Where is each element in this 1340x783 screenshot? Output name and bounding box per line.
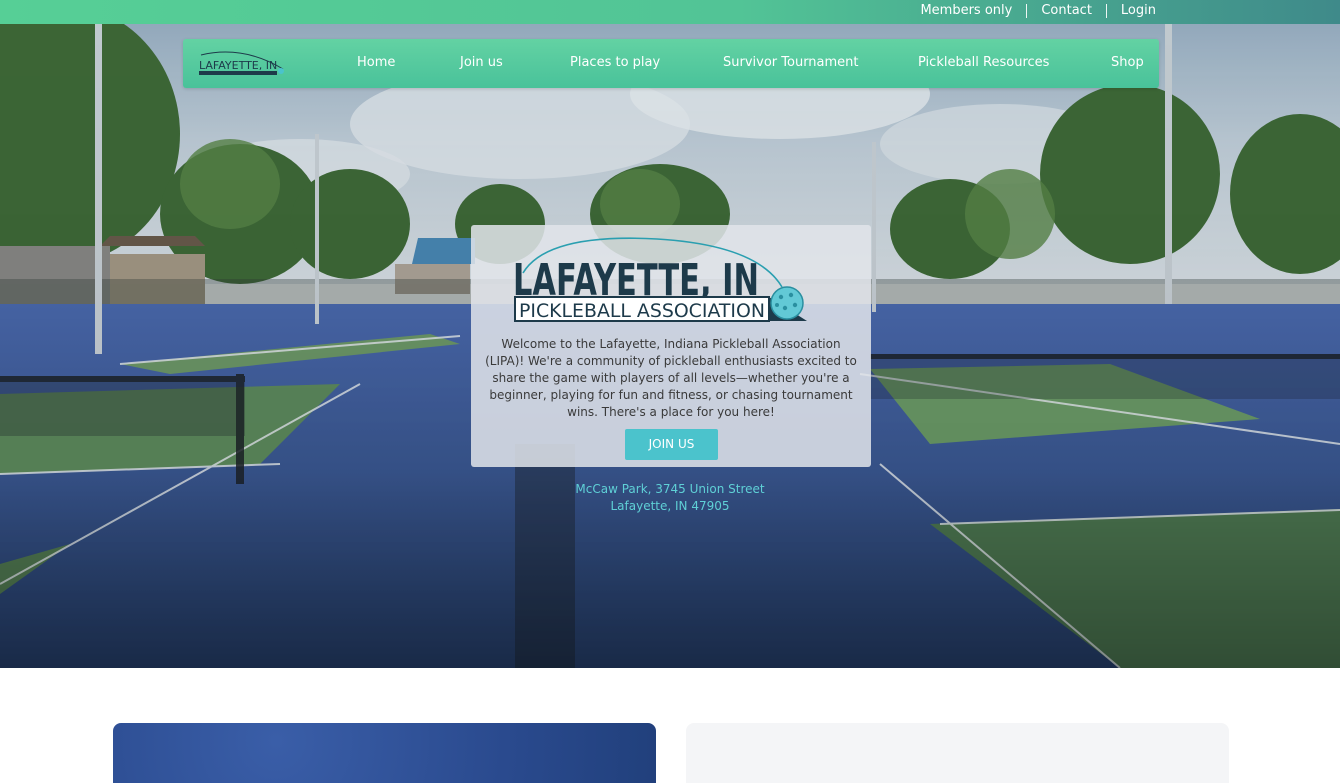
address-line-1: McCaw Park, 3745 Union Street	[575, 482, 765, 496]
members-only-link[interactable]: Members only	[920, 3, 1012, 18]
nav-item-home[interactable]: Home	[357, 55, 395, 70]
feature-content-panel	[686, 723, 1229, 783]
nav-item-pickleball-resources[interactable]: Pickleball Resources	[918, 55, 1049, 70]
welcome-card: LAFAYETTE, IN PICKLEBALL ASSOCIATION Wel…	[471, 225, 871, 467]
join-us-button[interactable]: JOIN US	[625, 429, 718, 460]
divider	[1026, 3, 1028, 18]
divider	[1105, 3, 1107, 18]
logo-subtitle: PICKLEBALL ASSOCIATION	[519, 300, 765, 322]
nav-item-survivor-tournament[interactable]: Survivor Tournament	[723, 55, 859, 70]
feature-image-panel	[113, 723, 656, 783]
top-utility-bar: Members only Contact Login	[0, 0, 1340, 24]
site-logo[interactable]: LAFAYETTE, IN	[197, 49, 289, 79]
nav-item-places-to-play[interactable]: Places to play	[570, 55, 660, 70]
site-logo-text: LAFAYETTE, IN	[199, 59, 277, 72]
nav-item-shop[interactable]: Shop	[1111, 55, 1144, 70]
location-address[interactable]: McCaw Park, 3745 Union Street Lafayette,…	[520, 481, 820, 515]
nav-item-join-us[interactable]: Join us	[460, 55, 503, 70]
pickleball-icon	[770, 286, 804, 320]
address-line-2: Lafayette, IN 47905	[610, 499, 730, 513]
contact-link[interactable]: Contact	[1041, 3, 1092, 18]
main-navigation: LAFAYETTE, IN Home Join us Places to pla…	[183, 39, 1159, 88]
login-link[interactable]: Login	[1121, 3, 1156, 18]
utility-links: Members only Contact Login	[920, 3, 1156, 18]
welcome-text: Welcome to the Lafayette, Indiana Pickle…	[485, 337, 857, 419]
association-logo: LAFAYETTE, IN PICKLEBALL ASSOCIATION	[513, 237, 807, 322]
